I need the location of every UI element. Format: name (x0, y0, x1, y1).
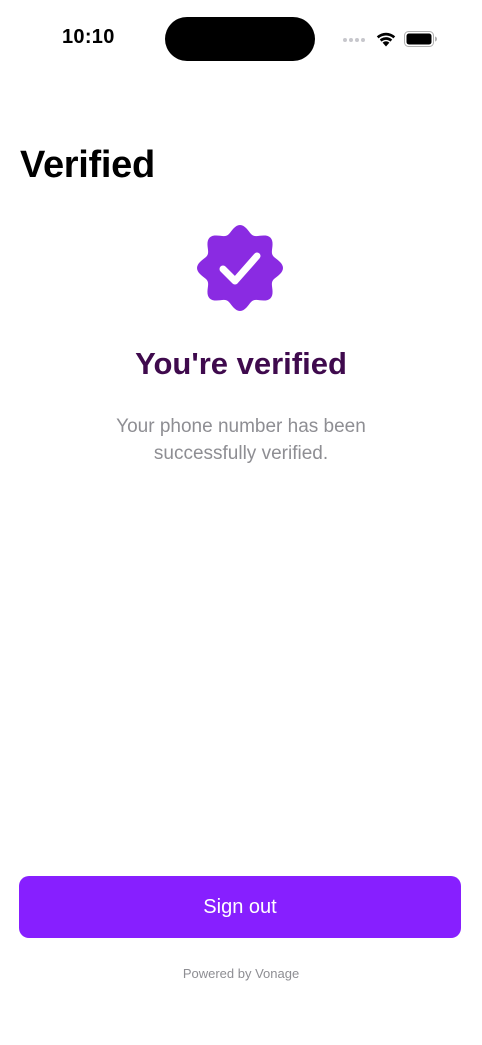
page-title: Verified (20, 144, 155, 186)
verified-message: Your phone number has been successfully … (116, 416, 366, 464)
cellular-signal-icon (343, 38, 365, 42)
battery-icon (404, 31, 437, 47)
status-time: 10:10 (62, 26, 115, 48)
sign-out-button[interactable]: Sign out (19, 876, 461, 938)
dynamic-island (165, 17, 315, 61)
wifi-icon (376, 32, 396, 47)
status-bar: 10:10 (0, 0, 482, 80)
verified-badge-icon (197, 225, 283, 311)
verified-headline: You're verified (135, 346, 347, 381)
powered-by-footer: Powered by Vonage (182, 966, 300, 981)
